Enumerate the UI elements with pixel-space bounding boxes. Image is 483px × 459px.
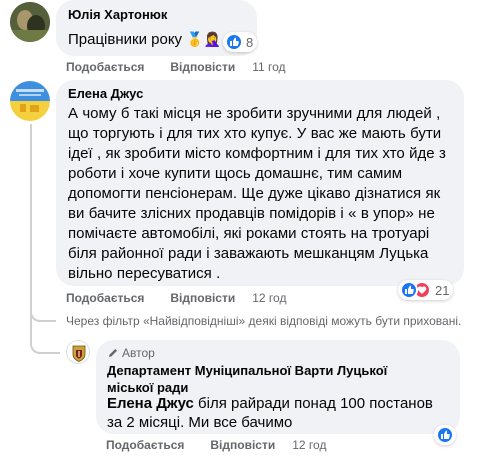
comment-author[interactable]: Юлія Хартонюк [68,7,167,22]
comment-timestamp[interactable]: 11 год [252,60,285,74]
comment-actions: Подобається Відповісти 11 год [66,60,286,74]
reaction-count: 21 [435,282,450,298]
like-reaction-icon [400,281,418,299]
comment-text: Працівники року 🥇🤦‍♀️ [68,29,221,50]
comment-text: А чому б такі місця не зробити зручними … [68,105,446,282]
reply-actions: Подобається Відповісти 12 год [106,438,326,452]
reply-author[interactable]: Департамент Муніципальної Варти Луцької … [107,362,437,396]
reply-bubble: Автор Департамент Муніципальної Варти Лу… [96,340,460,434]
reply-button[interactable]: Відповісти [170,60,235,74]
like-button[interactable]: Подобається [66,291,144,305]
comment-timestamp[interactable]: 12 год [252,291,286,305]
reaction-summary[interactable]: 21 [398,280,454,300]
avatar[interactable] [66,340,90,364]
reply-text: Елена Джус біля райради понад 100 постан… [107,394,452,432]
comment-bubble: Елена Джус А чому б такі місця не зробит… [56,80,464,286]
avatar[interactable] [10,2,50,42]
like-reaction-icon [436,426,454,444]
comment-emoji: 🥇🤦‍♀️ [186,31,222,47]
coat-of-arms-icon [72,345,86,362]
author-badge-label: Автор [122,346,155,360]
comment-actions: Подобається Відповісти 12 год [66,291,286,305]
pen-icon [109,349,117,357]
reaction-summary[interactable]: 8 [223,32,258,52]
reaction-count: 8 [246,34,254,50]
like-button[interactable]: Подобається [66,60,144,74]
thread-connector [30,334,60,354]
profile-photo-icon [10,2,50,42]
like-button[interactable]: Подобається [106,438,184,452]
author-badge: Автор [107,346,155,360]
reply-button[interactable]: Відповісти [210,438,275,452]
reply-timestamp[interactable]: 12 год [292,438,326,452]
reaction-summary[interactable] [434,425,456,445]
mention-link[interactable]: Елена Джус [107,395,194,412]
comment-author[interactable]: Елена Джус [68,86,143,101]
reply-button[interactable]: Відповісти [170,291,235,305]
thread-connector [30,300,56,322]
like-reaction-icon [225,33,243,51]
avatar[interactable] [10,81,50,121]
profile-photo-icon [10,81,50,121]
comment-text-body: Працівники року [68,31,183,48]
filter-notice: Через фільтр «Найвідповідніші» деякі від… [66,314,462,328]
